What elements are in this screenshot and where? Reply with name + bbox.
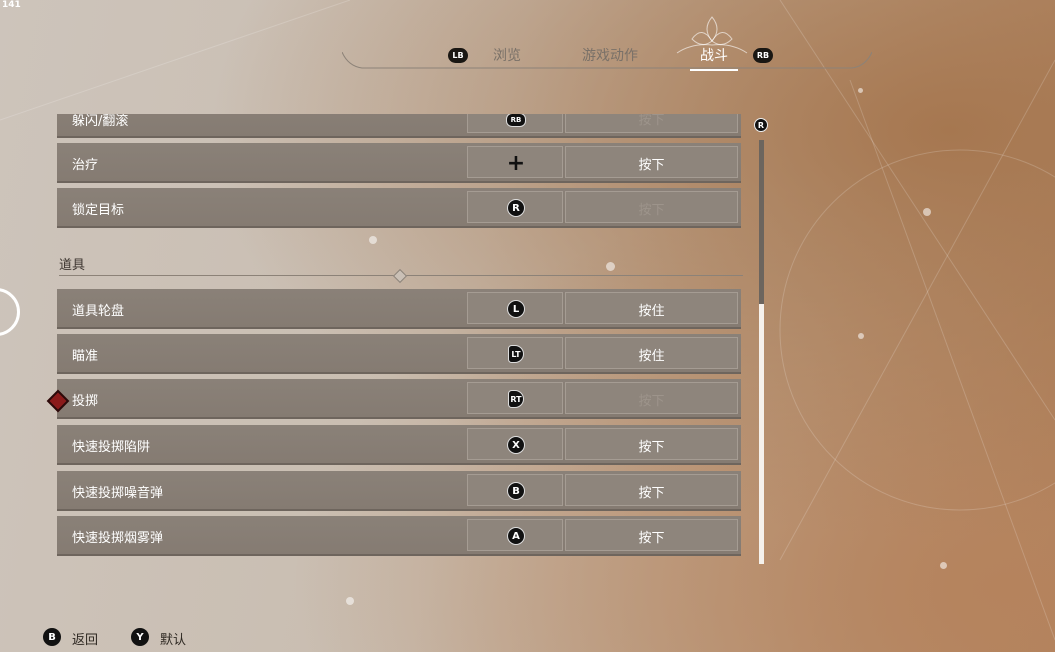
left-stick-icon: L	[507, 300, 525, 318]
action-label: 按下	[638, 440, 665, 455]
row-label: 锁定目标	[72, 203, 125, 218]
row-label: 治疗	[72, 158, 99, 173]
right-stick-scroll-icon: R	[754, 118, 768, 132]
row-label: 瞄准	[72, 349, 99, 364]
list-item[interactable]: 道具轮盘 L 按住	[57, 289, 741, 329]
action-label: 按下	[638, 394, 665, 409]
section-title: 道具	[59, 258, 86, 273]
row-label: 快速投掷陷阱	[72, 440, 151, 455]
action-label: 按住	[638, 349, 665, 364]
dpad-icon: +	[506, 150, 526, 176]
row-label: 快速投掷噪音弹	[72, 486, 164, 501]
action-cell[interactable]: 按下	[565, 382, 738, 414]
action-cell[interactable]: 按下	[565, 146, 738, 178]
back-button[interactable]: 返回	[72, 629, 98, 648]
list-item[interactable]: 快速投掷噪音弹 B 按下	[57, 471, 741, 511]
list-item[interactable]: 瞄准 LT 按住	[57, 334, 741, 374]
rb-button-icon[interactable]: RB	[753, 48, 773, 63]
scrollbar-thumb[interactable]	[759, 304, 764, 564]
y-button-icon[interactable]: Y	[131, 628, 149, 646]
rt-trigger-icon: RT	[508, 390, 524, 408]
action-label: 按下	[638, 203, 665, 218]
input-cell[interactable]: X	[467, 428, 563, 460]
action-cell[interactable]: 按下	[565, 428, 738, 460]
light-particle	[940, 562, 947, 569]
rb-glyph-icon: RB	[506, 114, 526, 127]
row-label: 快速投掷烟雾弹	[72, 531, 164, 546]
list-item[interactable]: 锁定目标 R 按下	[57, 188, 741, 228]
list-item[interactable]: 投掷 RT 按下	[57, 379, 741, 419]
tab-combat[interactable]: 战斗	[700, 45, 728, 65]
x-button-icon: X	[507, 436, 525, 454]
tab-game-action[interactable]: 游戏动作	[582, 45, 638, 65]
action-cell[interactable]: 按住	[565, 337, 738, 369]
lb-button-icon[interactable]: LB	[448, 48, 468, 63]
list-item[interactable]: 治疗 + 按下	[57, 143, 741, 183]
row-label: 道具轮盘	[72, 304, 125, 319]
input-cell[interactable]: L	[467, 292, 563, 324]
action-cell[interactable]: 按下	[565, 474, 738, 506]
input-cell[interactable]: R	[467, 191, 563, 223]
action-cell[interactable]: 按下	[565, 519, 738, 551]
tab-browse[interactable]: 浏览	[493, 45, 521, 65]
action-label: 按下	[638, 158, 665, 173]
action-cell[interactable]: 按住	[565, 292, 738, 324]
action-cell[interactable]: 按下	[565, 191, 738, 223]
input-cell[interactable]: RT	[467, 382, 563, 414]
action-label: 按住	[638, 304, 665, 319]
lt-trigger-icon: LT	[508, 345, 524, 363]
a-button-icon: A	[507, 527, 525, 545]
input-cell[interactable]: +	[467, 146, 563, 178]
light-particle	[369, 236, 377, 244]
light-particle	[923, 208, 931, 216]
input-cell[interactable]: B	[467, 474, 563, 506]
b-button-icon[interactable]: B	[43, 628, 61, 646]
light-particle	[606, 262, 615, 271]
active-tab-indicator	[690, 69, 738, 71]
light-particle	[858, 333, 864, 339]
light-particle	[858, 88, 863, 93]
input-cell[interactable]: LT	[467, 337, 563, 369]
list-item[interactable]: 快速投掷陷阱 X 按下	[57, 425, 741, 465]
light-particle	[346, 597, 354, 605]
list-item[interactable]: 快速投掷烟雾弹 A 按下	[57, 516, 741, 556]
right-stick-icon: R	[507, 199, 525, 217]
action-label: 按下	[638, 486, 665, 501]
default-button[interactable]: 默认	[160, 629, 186, 648]
action-label: 按下	[638, 531, 665, 546]
input-cell[interactable]: A	[467, 519, 563, 551]
b-button-icon: B	[507, 482, 525, 500]
row-label: 投掷	[72, 394, 99, 409]
